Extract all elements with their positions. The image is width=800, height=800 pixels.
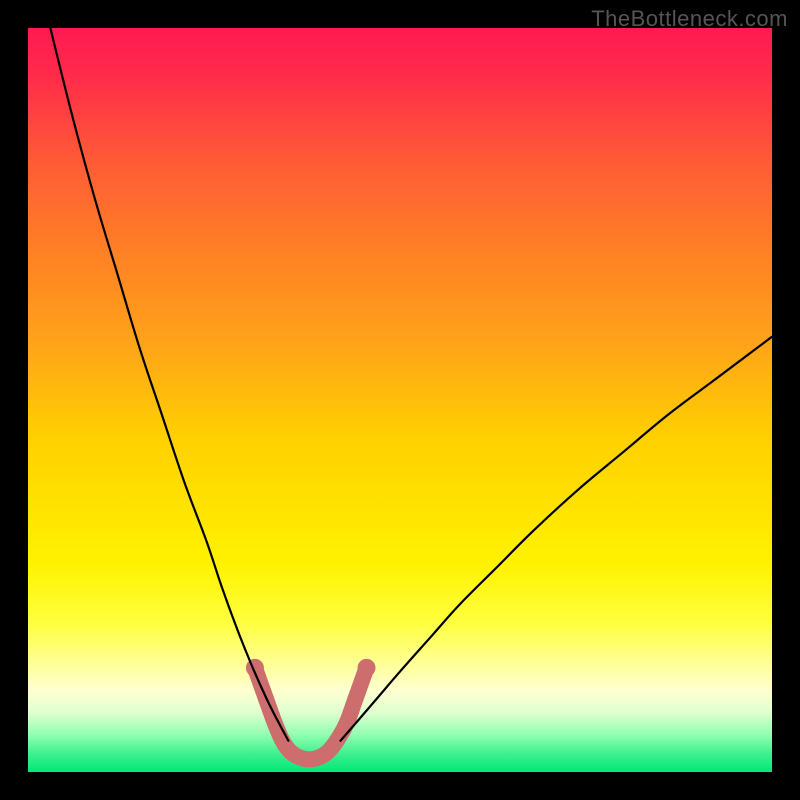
valley-dot <box>338 716 354 732</box>
valley-dot <box>347 691 363 707</box>
plot-area <box>28 28 772 772</box>
valley-dot <box>358 659 376 677</box>
chart-svg <box>28 28 772 772</box>
gradient-rect <box>28 28 772 772</box>
chart-frame: TheBottleneck.com <box>0 0 800 800</box>
